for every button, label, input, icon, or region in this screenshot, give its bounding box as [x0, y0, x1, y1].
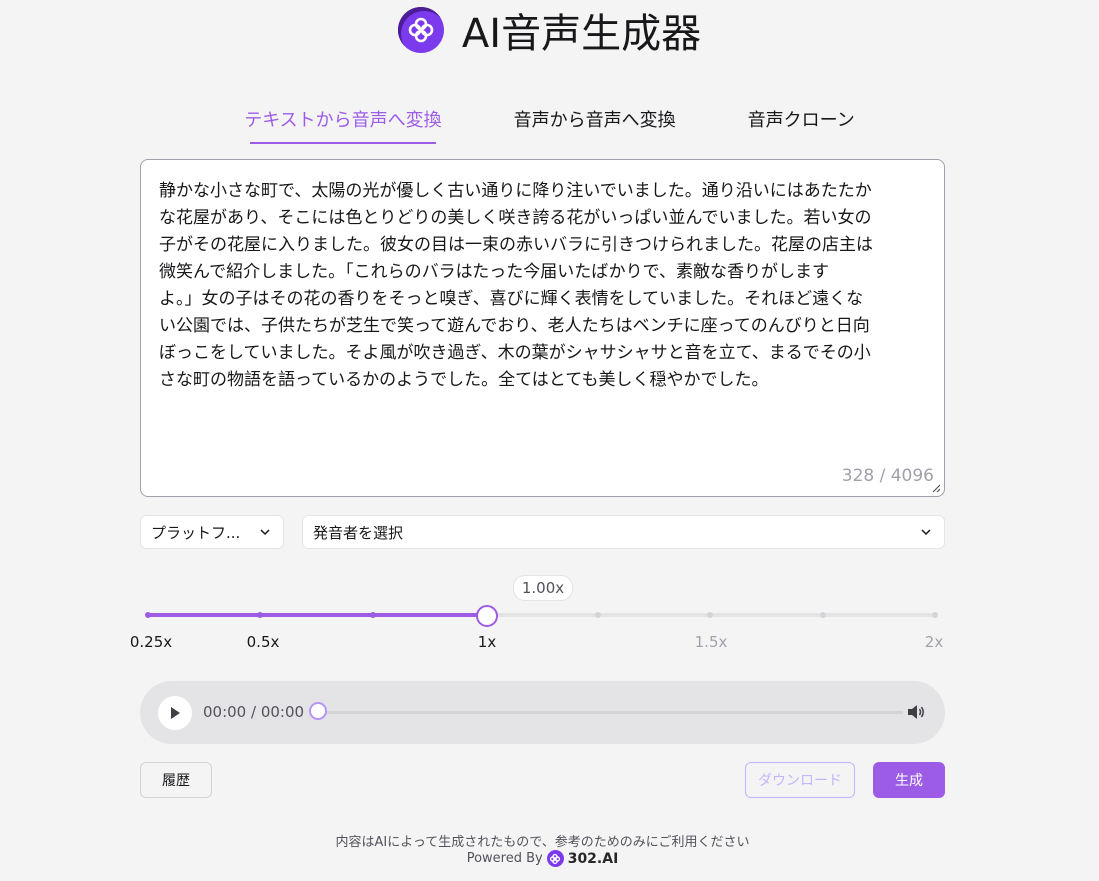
- flower-logo-icon: [397, 7, 444, 53]
- speaker-select-value: 発音者を選択: [313, 523, 404, 542]
- header: AI音声生成器: [0, 0, 1099, 60]
- play-button[interactable]: [158, 696, 192, 730]
- speed-slider-fill: [148, 613, 487, 617]
- volume-icon[interactable]: [906, 703, 926, 721]
- mode-tabs: テキストから音声へ変換 音声から音声へ変換 音声クローン: [0, 100, 1099, 144]
- speed-tick-label: 0.25x: [129, 633, 173, 651]
- playback-time: 00:00 / 00:00: [203, 703, 305, 721]
- play-icon: [171, 707, 180, 719]
- speaker-select[interactable]: 発音者を選択: [302, 515, 945, 549]
- speed-tick-label: 1x: [477, 633, 497, 651]
- page-title: AI音声生成器: [461, 11, 702, 57]
- speed-step-dot[interactable]: [932, 612, 938, 618]
- powered-by: Powered By 302.AI: [0, 850, 1085, 867]
- resize-handle-icon[interactable]: [931, 483, 941, 493]
- platform-select[interactable]: プラットフ...: [140, 515, 284, 549]
- text-content[interactable]: 静かな小さな町で、太陽の光が優しく古い通りに降り注いでいました。通り沿いにはあた…: [159, 178, 918, 394]
- footer-disclaimer: 内容はAIによって生成されたもので、参考のためのみにご利用ください: [335, 835, 750, 850]
- brand-logo-icon: [546, 850, 564, 867]
- tab-text-to-speech[interactable]: テキストから音声へ変換: [244, 100, 442, 144]
- speed-step-dot[interactable]: [145, 612, 151, 618]
- audio-player: 00:00 / 00:00: [140, 681, 945, 744]
- speed-step-dot[interactable]: [594, 612, 601, 618]
- platform-select-value: プラットフ...: [151, 523, 241, 542]
- playback-progress-bar[interactable]: [318, 711, 903, 714]
- speed-tick-label: 1.5x: [694, 633, 728, 651]
- brand-name[interactable]: 302.AI: [568, 851, 619, 867]
- speed-step-dot[interactable]: [819, 612, 826, 618]
- text-input[interactable]: 静かな小さな町で、太陽の光が優しく古い通りに降り注いでいました。通り沿いにはあた…: [140, 159, 945, 497]
- chevron-down-icon: [260, 529, 270, 536]
- speed-value-badge: 1.00x: [513, 575, 573, 601]
- playback-progress-thumb[interactable]: [309, 702, 327, 720]
- speed-step-dot[interactable]: [707, 612, 714, 618]
- history-button[interactable]: 履歴: [140, 762, 212, 798]
- generate-button[interactable]: 生成: [873, 762, 945, 798]
- speed-step-dot[interactable]: [257, 612, 264, 618]
- powered-by-label: Powered By: [466, 851, 543, 866]
- speed-step-dot[interactable]: [369, 612, 376, 618]
- download-button[interactable]: ダウンロード: [745, 762, 855, 798]
- tab-speech-to-speech[interactable]: 音声から音声へ変換: [514, 100, 676, 144]
- speed-tick-label: 0.5x: [246, 633, 280, 651]
- tab-voice-clone[interactable]: 音声クローン: [748, 100, 855, 144]
- chevron-down-icon: [921, 529, 931, 536]
- char-counter: 328 / 4096: [841, 466, 934, 486]
- speed-slider-thumb[interactable]: [476, 605, 498, 627]
- speed-tick-label: 2x: [924, 633, 944, 651]
